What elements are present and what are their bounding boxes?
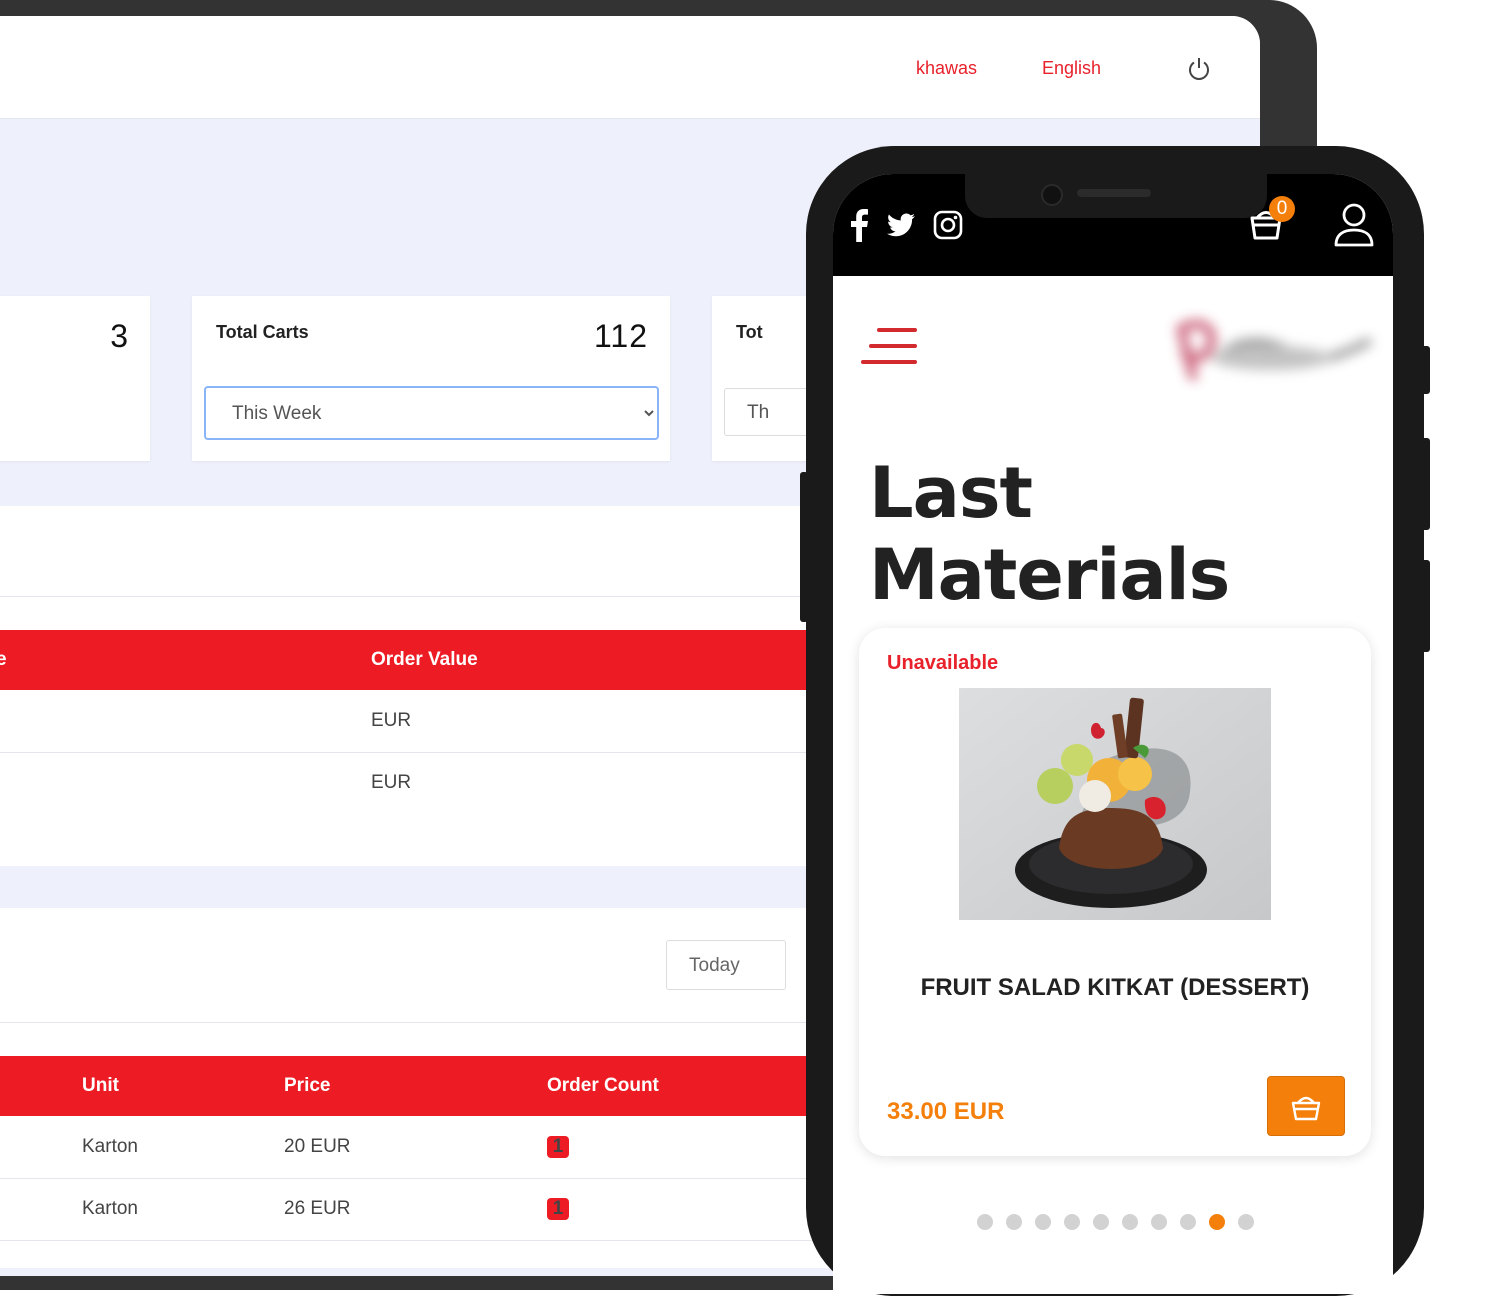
carousel-dot[interactable] [1238,1214,1254,1230]
order-value-cell: EUR [371,772,412,793]
column-header-order-count[interactable]: Order Count [547,1075,659,1097]
facebook-icon[interactable] [849,208,869,242]
phone-frame: 0 Last Materials Unavailable FRUIT SALAD… [800,146,1430,1296]
order-count-badge: 1 [547,1198,569,1220]
column-header-unit[interactable]: Unit [82,1075,119,1097]
menu-icon[interactable] [861,326,917,368]
stat-value: 3 [110,318,128,354]
brand-logo[interactable] [1163,314,1378,386]
order-count-cell: 1 [547,1198,569,1220]
order-value-cell: EUR [371,710,412,731]
mobile-top-bar: 0 [833,174,1393,276]
stat-label: Tot [736,322,763,342]
top-navbar: khawas English [0,16,1260,119]
add-to-cart-button[interactable] [1267,1076,1345,1136]
cart-icon [1291,1096,1321,1121]
product-image[interactable] [959,688,1271,920]
period-filter-button[interactable]: Today [666,940,786,990]
stat-card: 3 [0,296,150,461]
period-select[interactable]: This Week [204,386,659,440]
language-switcher[interactable]: English [1042,58,1101,79]
cart-count-badge: 0 [1269,196,1295,222]
product-card[interactable]: Unavailable FRUIT SALAD KITKAT (DESSERT)… [859,628,1371,1156]
carousel-dot[interactable] [1093,1214,1109,1230]
carousel-dots [977,1214,1267,1230]
column-header-order-value[interactable]: Order Value [371,649,478,671]
carousel-dot[interactable] [977,1214,993,1230]
product-name[interactable]: FRUIT SALAD KITKAT (DESSERT) [859,974,1371,1002]
price-cell: 20 EUR [284,1136,351,1157]
carousel-dot[interactable] [1122,1214,1138,1230]
product-price: 33.00 EUR [887,1098,1005,1125]
carousel-dot[interactable] [1006,1214,1022,1230]
power-icon[interactable] [1186,56,1212,82]
twitter-icon[interactable] [887,212,915,238]
camera-icon [1041,184,1063,206]
unit-cell: Karton [82,1198,138,1219]
total-carts-card: Total Carts 112 This Week [192,296,670,461]
column-header: e [0,649,7,670]
phone-side-button [1420,560,1430,652]
carousel-dot[interactable] [1151,1214,1167,1230]
instagram-icon[interactable] [933,210,963,240]
carousel-dot[interactable] [1035,1214,1051,1230]
speaker-grille [1077,189,1151,197]
stat-value: 112 [593,318,648,354]
column-header-price[interactable]: Price [284,1075,330,1097]
page-title: Last Materials [869,452,1230,616]
user-menu-link[interactable]: khawas [916,58,977,79]
carousel-dot[interactable] [1180,1214,1196,1230]
order-count-cell: 1 [547,1136,569,1158]
price-cell: 26 EUR [284,1198,351,1219]
phone-side-button [800,472,808,622]
phone-side-button [1420,346,1430,394]
stat-label: Total Carts [216,322,309,342]
carousel-dot[interactable] [1064,1214,1080,1230]
unit-cell: Karton [82,1136,138,1157]
order-count-badge: 1 [547,1136,569,1158]
carousel-dot[interactable] [1209,1214,1225,1230]
mobile-app-screen: 0 Last Materials Unavailable FRUIT SALAD… [833,174,1393,1294]
phone-side-button [1420,438,1430,530]
availability-badge: Unavailable [887,652,999,674]
phone-notch [965,174,1267,218]
user-icon[interactable] [1333,202,1375,248]
